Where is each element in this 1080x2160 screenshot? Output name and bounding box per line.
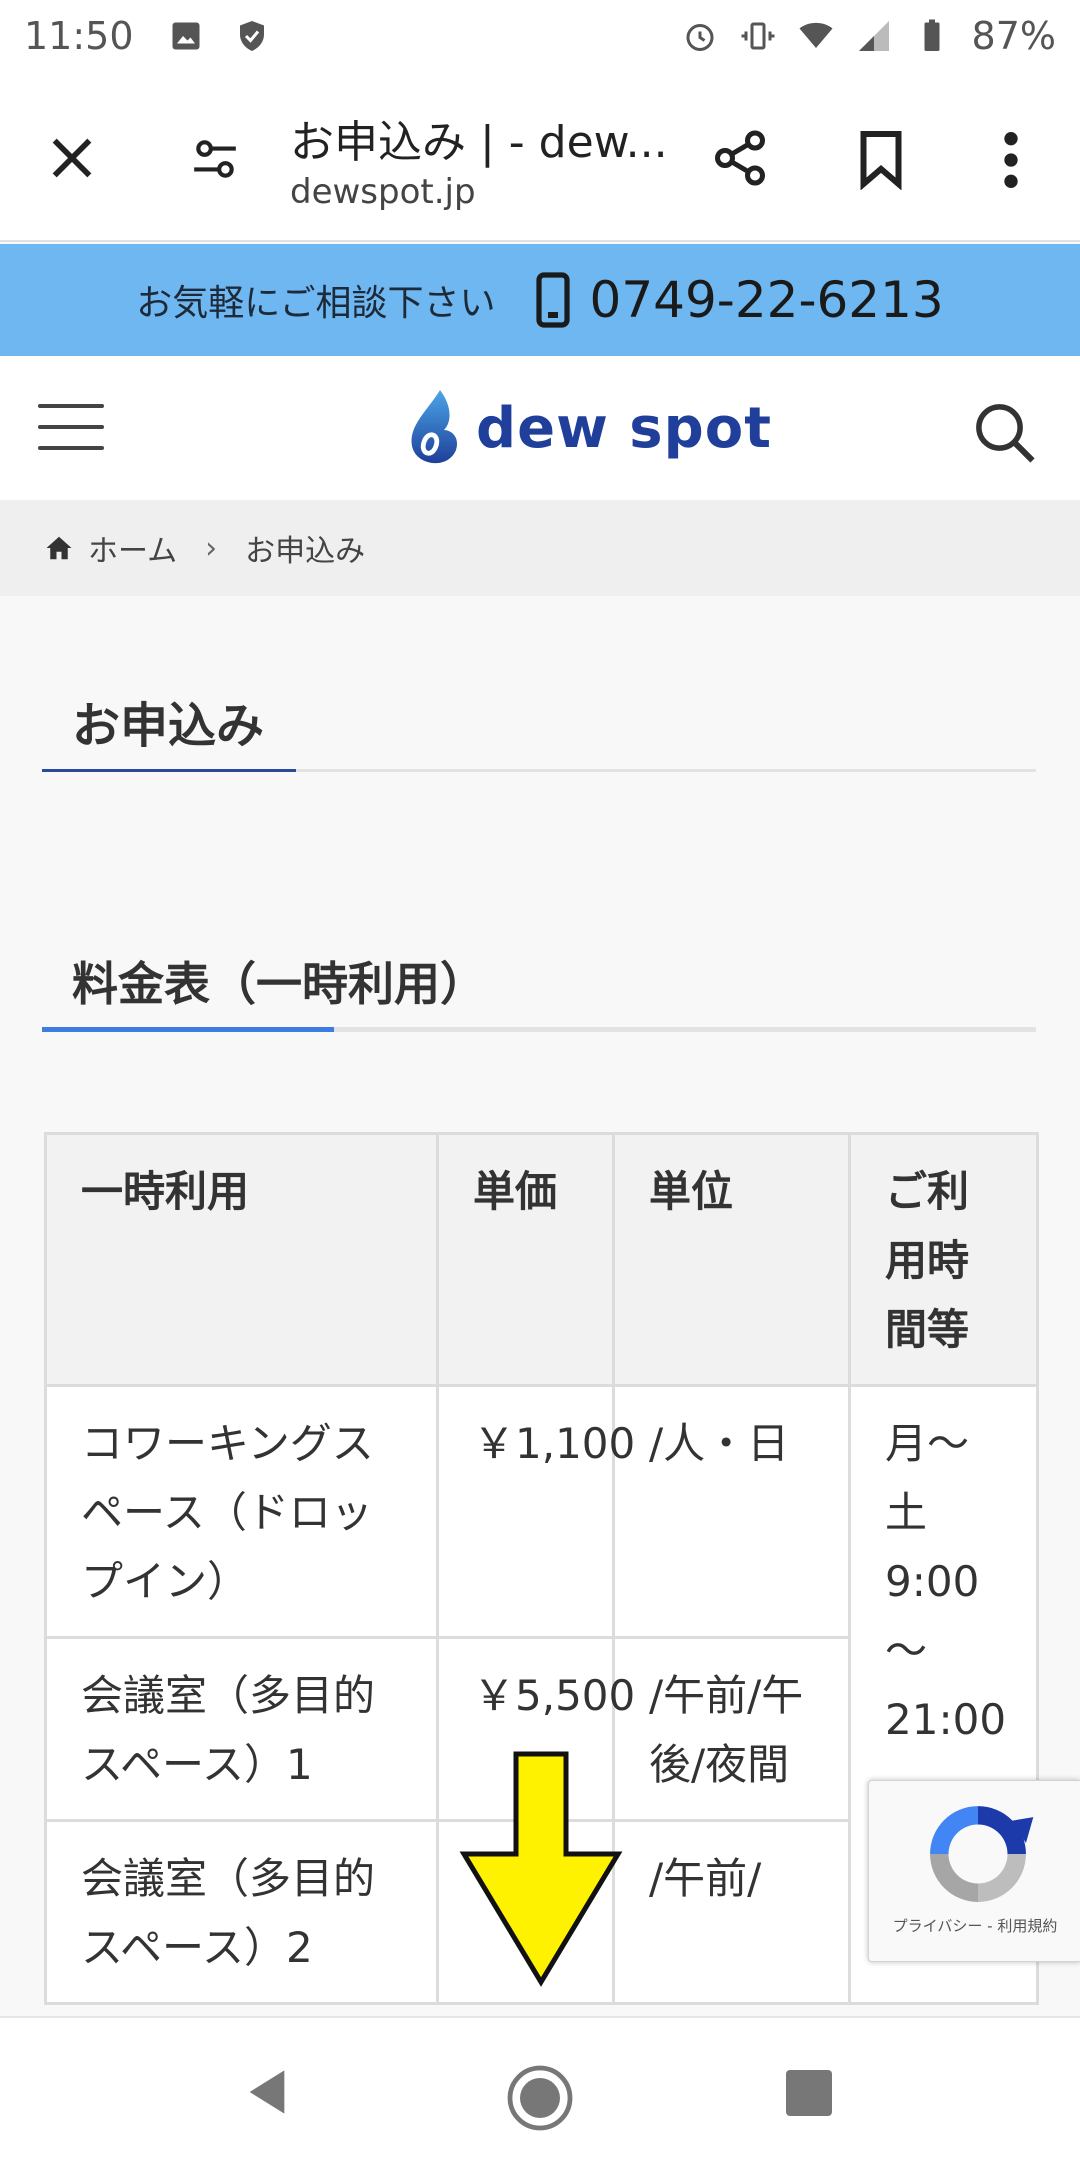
table-row: コワーキングスペース（ドロップイン） ￥1,100 /人・日 月～土 9:00～… (44, 1384, 1039, 2005)
table-cell-name: コワーキングスペース（ドロップイン） (44, 1384, 439, 1639)
site-logo[interactable]: dew spot (400, 386, 772, 470)
site-header: dew spot (0, 356, 1080, 500)
breadcrumb-home[interactable]: ホーム (88, 526, 177, 570)
phone-link[interactable]: 0749-22-6213 (535, 271, 944, 329)
table-header-cell: ご利用時間等 (848, 1132, 1039, 1387)
vibrate-icon (741, 22, 775, 50)
hamburger-menu-icon[interactable] (38, 404, 104, 452)
contact-banner: お気軽にご相談下さい 0749-22-6213 (0, 244, 1080, 356)
table-header-cell: 一時利用 (44, 1132, 439, 1387)
wifi-icon (799, 22, 833, 48)
table-cell-name: 会議室（多目的スペース）1 (44, 1636, 439, 1822)
section-title: 料金表（一時利用） (72, 957, 486, 1011)
phone-icon (535, 272, 570, 328)
table-cell-unit: /午前/ (612, 1819, 851, 2005)
battery-percent: 87% (971, 14, 1056, 58)
water-drop-logo-icon (411, 390, 458, 464)
page-title: お申込み (72, 698, 265, 754)
contact-message: お気軽にご相談下さい (136, 283, 496, 324)
home-button-icon[interactable] (506, 2064, 574, 2132)
browser-page-title[interactable]: お申込み | - dew... (290, 106, 670, 170)
system-nav-bar (0, 2016, 1080, 2160)
image-icon (172, 22, 200, 50)
table-header-cell: 単価 (436, 1132, 615, 1387)
status-bar: 11:50 87% (0, 0, 1080, 72)
section-heading: 料金表（一時利用） (42, 948, 1036, 1032)
table-cell-price: ￥1,100 (436, 1384, 635, 1639)
alarm-icon (686, 24, 714, 51)
recaptcha-badge[interactable]: プライバシー - 利用規約 (868, 1780, 1080, 1962)
page-heading: お申込み (42, 686, 1036, 772)
battery-icon (924, 19, 940, 51)
chevron-right-icon: › (205, 530, 218, 566)
share-icon[interactable] (710, 126, 770, 190)
recaptcha-links[interactable]: プライバシー - 利用規約 (869, 1915, 1080, 1936)
shield-icon (239, 21, 264, 51)
tune-icon[interactable] (190, 134, 240, 184)
browser-url[interactable]: dewspot.jp (290, 172, 476, 212)
recaptcha-icon (930, 1806, 1034, 1902)
browser-toolbar: お申込み | - dew... dewspot.jp (0, 72, 1080, 242)
table-header-cell: 単位 (612, 1132, 851, 1387)
home-icon (46, 536, 72, 560)
more-icon[interactable] (996, 128, 1026, 192)
breadcrumb: ホーム › お申込み (0, 500, 1080, 596)
logo-wordmark: dew spot (476, 395, 772, 461)
search-icon[interactable] (972, 400, 1038, 466)
status-time: 11:50 (24, 14, 134, 58)
bookmark-icon[interactable] (856, 128, 906, 190)
recents-icon[interactable] (786, 2070, 832, 2116)
breadcrumb-current: お申込み (245, 534, 366, 569)
phone-number: 0749-22-6213 (589, 271, 944, 329)
close-icon[interactable] (46, 132, 98, 184)
table-cell-unit: /午前/午後/夜間 (612, 1636, 851, 1822)
back-icon[interactable] (244, 2066, 290, 2118)
table-cell-unit: /人・日 (612, 1384, 851, 1639)
signal-icon (858, 21, 889, 51)
table-cell-name: 会議室（多目的スペース）2 (44, 1819, 439, 2005)
down-arrow-annotation-icon (459, 1751, 623, 1987)
table-header-row: 一時利用 単価 単位 ご利用時間等 (44, 1132, 1039, 1387)
